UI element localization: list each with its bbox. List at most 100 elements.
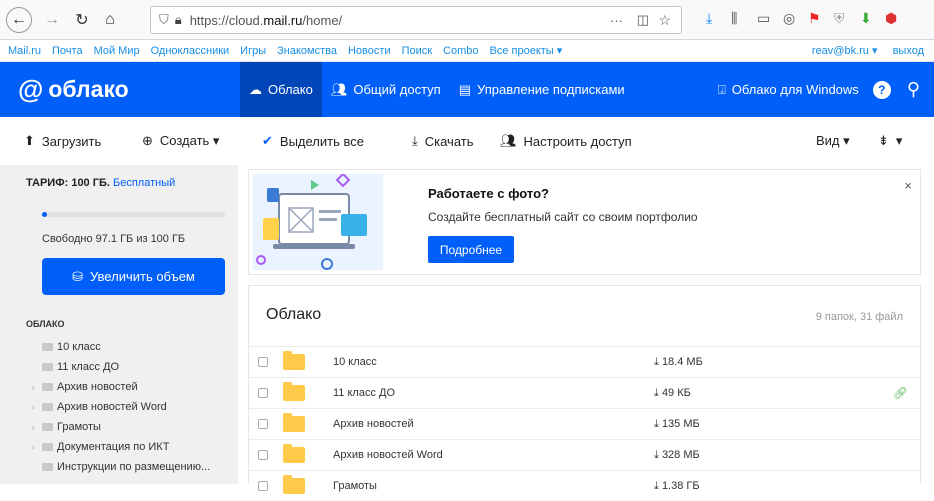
folder-icon [42,423,53,431]
nav-subscriptions[interactable]: ▤ Управление подписками [450,62,634,117]
folder-icon [283,475,305,494]
search-icon[interactable]: ⚲ [907,79,920,100]
download-small-icon[interactable]: ⤓ [654,356,659,368]
view-dropdown[interactable]: Вид ▾ [816,133,850,149]
library-icon[interactable]: ⫼ [731,10,737,27]
nav-cloud[interactable]: ☁ Облако [240,62,322,117]
portfolio-illustration [253,174,383,270]
folder-icon [42,383,53,391]
download-small-icon[interactable]: ⤓ [654,449,659,461]
portal-link[interactable]: Mail.ru [8,45,41,57]
page-actions-icon[interactable]: ··· [610,13,623,28]
file-row[interactable]: Грамоты ⤓ 1.38 ГБ [249,470,920,501]
portal-link[interactable]: Знакомства [277,45,337,57]
adblock-icon[interactable]: ⬢ [885,10,897,27]
close-icon[interactable]: × [904,178,912,193]
file-row[interactable]: Архив новостей Word ⤓ 328 МБ [249,439,920,470]
tree-item[interactable]: 11 класс ДО [42,357,210,377]
nav-shared[interactable]: 👥︎ Общий доступ [322,62,450,117]
forward-icon[interactable]: → [40,8,64,32]
flag-extension-icon[interactable]: ⚑ [808,10,821,27]
shared-link-icon[interactable]: 🔗︎ [893,386,908,400]
tree-item[interactable]: › Документация по ИКТ [32,437,210,457]
lock-icon: 🔒︎ [174,12,182,27]
create-button[interactable]: ⊕ Создать ▾ [142,133,219,149]
download-small-icon[interactable]: ⤓ [654,418,659,430]
portal-bar: Mail.ru Почта Мой Мир Одноклассники Игры… [0,40,934,62]
tariff-plan-link[interactable]: Бесплатный [113,177,175,189]
file-row[interactable]: 10 класс ⤓ 18.4 МБ [249,346,920,377]
download-small-icon[interactable]: ⤓ [654,387,659,399]
row-checkbox[interactable] [258,388,268,398]
file-row[interactable]: Архив новостей ⤓ 135 МБ [249,408,920,439]
upload-button[interactable]: ⬆ Загрузить [24,133,101,149]
tree-item[interactable]: › Архив новостей [32,377,210,397]
portal-link[interactable]: Combo [443,45,478,57]
file-name[interactable]: Архив новостей Word [333,449,443,461]
bookmark-star-icon[interactable]: ☆ [658,12,671,29]
portal-link[interactable]: Почта [52,45,83,57]
folder-title: Облако [266,306,322,323]
expand-icon[interactable]: › [32,423,35,432]
storage-progress-fill [42,212,48,217]
portal-link[interactable]: Новости [348,45,391,57]
cloud-for-windows-link[interactable]: ⍗ Облако для Windows [718,82,859,98]
file-name[interactable]: 10 класс [333,356,377,368]
user-email[interactable]: reav@bk.ru ▾ [812,45,878,57]
tree-item[interactable]: › Грамоты [32,417,210,437]
url-bar[interactable]: ⛉ 🔒︎ https://cloud.mail.ru/home/ ··· ◫ ☆ [150,6,682,34]
row-checkbox[interactable] [258,419,268,429]
header-nav: ☁ Облако 👥︎ Общий доступ ▤ Управление подпи… [240,62,634,117]
at-logo-icon: @ [18,74,44,104]
download-small-icon[interactable]: ⤓ [654,480,659,492]
portal-link[interactable]: Игры [240,45,266,57]
download-button[interactable]: ⤓ Скачать [412,133,474,149]
file-list-panel: Облако 9 папок, 31 файл 10 класс ⤓ 18.4 … [248,285,921,494]
sort-icon: ⇟ [878,133,889,148]
logout-link[interactable]: выход [893,45,924,57]
check-circle-icon: ✔ [262,133,273,148]
shield-extension-icon[interactable]: ⛨ [834,10,845,27]
row-checkbox[interactable] [258,450,268,460]
file-name[interactable]: 11 класс ДО [333,387,395,399]
expand-icon[interactable]: › [32,443,35,452]
sort-dropdown[interactable]: ⇟ ▾ [878,133,902,149]
portal-link[interactable]: Поиск [402,45,432,57]
expand-icon[interactable]: › [32,383,35,392]
select-all-button[interactable]: ✔ Выделить все [262,133,364,149]
expand-icon[interactable]: › [32,403,35,412]
tree-item[interactable]: › Архив новостей Word [32,397,210,417]
enlarge-storage-button[interactable]: ⛁ Увеличить объем [42,258,225,295]
back-icon[interactable]: ← [6,7,32,33]
pocket-icon[interactable]: ◫ [637,12,649,28]
row-checkbox[interactable] [258,357,268,367]
file-row[interactable]: 11 класс ДО ⤓ 49 КБ 🔗︎ [249,377,920,408]
tree-item[interactable]: 10 класс [42,337,210,357]
extension-icon[interactable]: ◎ [783,10,795,27]
home-icon[interactable]: ⌂ [98,8,122,32]
file-size: ⤓ 49 КБ [654,386,691,399]
portal-link[interactable]: Мой Мир [94,45,140,57]
download-icon[interactable]: ⤓ [706,10,712,27]
help-icon[interactable]: ? [872,80,891,99]
folder-tree: 10 класс 11 класс ДО › Архив новостей › Ар… [32,337,210,477]
tree-item[interactable]: Инструкции по размещению... [42,457,210,477]
storage-box-icon: ⛁ [72,268,84,284]
cloud-icon: ☁ [249,81,262,97]
portal-link-all-projects[interactable]: Все проекты ▾ [490,44,563,57]
upload-icon: ⬆ [24,133,35,148]
file-name[interactable]: Грамоты [333,480,377,492]
sidebar-icon[interactable]: ▭ [757,10,770,27]
file-name[interactable]: Архив новостей [333,418,414,430]
folder-icon [42,363,53,371]
download-helper-icon[interactable]: ⬇ [860,10,872,27]
promo-more-button[interactable]: Подробнее [428,236,514,263]
promo-title: Работаете с фото? [428,186,549,201]
folder-icon [42,403,53,411]
portal-link[interactable]: Одноклассники [151,45,230,57]
share-settings-button[interactable]: 👥︎ Настроить доступ [500,133,632,149]
row-checkbox[interactable] [258,481,268,491]
reload-icon[interactable]: ↻ [70,8,94,32]
cloud-logo[interactable]: @ облако [18,74,129,105]
sidebar: ТАРИФ: 100 ГБ. Бесплатный Свободно 97.1 … [0,165,238,484]
